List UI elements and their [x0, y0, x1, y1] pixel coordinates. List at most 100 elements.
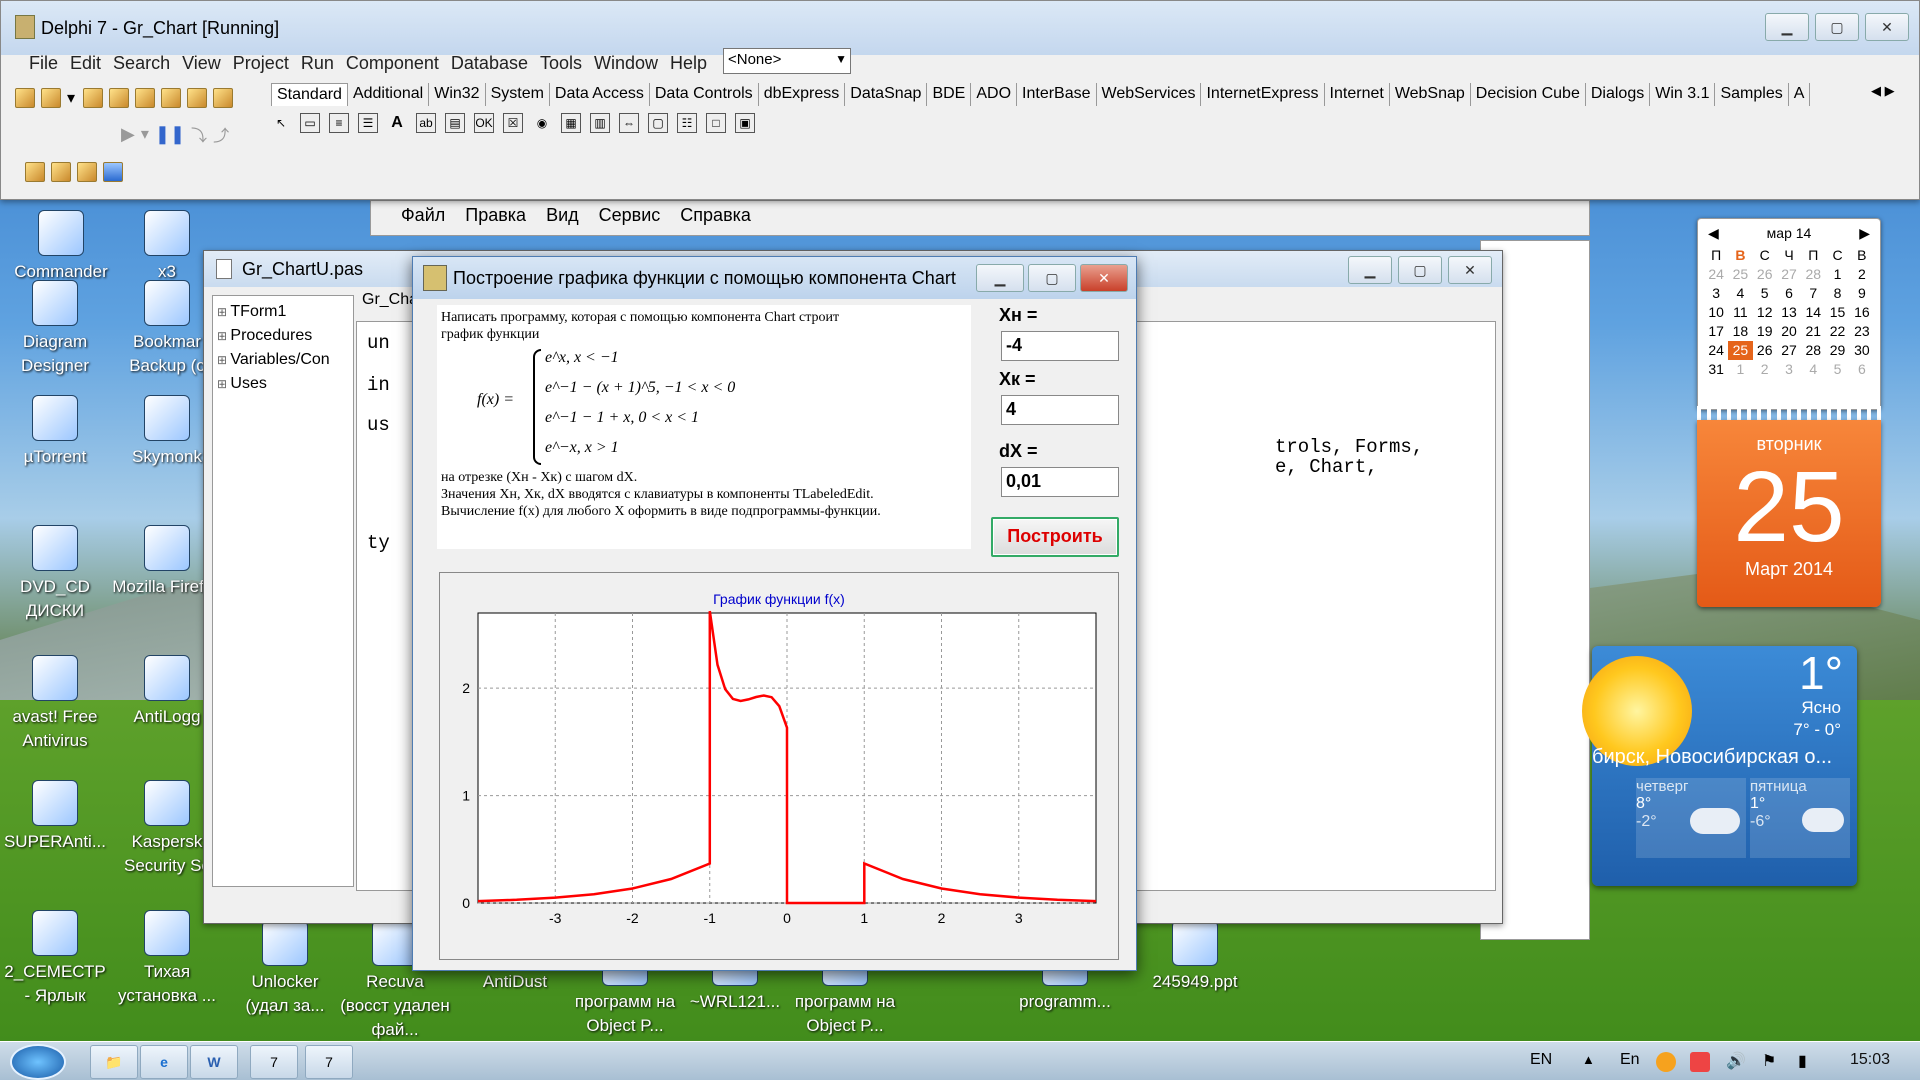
calendar-day-cell[interactable]: 16	[1850, 303, 1874, 322]
edit-icon[interactable]: ab	[416, 113, 436, 133]
calendar-day-cell[interactable]: 5	[1825, 360, 1849, 379]
tray-app-icon[interactable]	[1656, 1052, 1676, 1072]
action-center-icon[interactable]: ⚑	[1762, 1051, 1776, 1071]
label-icon[interactable]: A	[387, 113, 407, 133]
dropdown-icon[interactable]: ▾	[67, 88, 77, 108]
tab-webservices[interactable]: WebServices	[1097, 83, 1202, 106]
menu-edit[interactable]: Edit	[64, 53, 107, 74]
desktop-icon[interactable]: 2_СЕМЕСТР - Ярлык	[0, 910, 110, 1008]
taskbar-gr-chart-icon[interactable]: 7	[305, 1045, 353, 1079]
language-indicator[interactable]: EN	[1530, 1051, 1552, 1069]
dialog-minimize-button[interactable]: ▁	[976, 264, 1024, 292]
open-project-icon[interactable]	[135, 88, 155, 108]
tab-websnap[interactable]: WebSnap	[1390, 83, 1471, 106]
clock[interactable]: 15:03	[1850, 1051, 1890, 1069]
input-language-indicator[interactable]: En	[1620, 1051, 1640, 1069]
avast-tray-icon[interactable]	[1690, 1052, 1710, 1072]
panel-icon[interactable]: □	[706, 113, 726, 133]
taskbar-delphi-icon[interactable]: 7	[250, 1045, 298, 1079]
menu-file-ru[interactable]: Файл	[401, 205, 445, 231]
calendar-day-cell[interactable]: 9	[1850, 284, 1874, 303]
combobox-icon[interactable]: ▥	[590, 113, 610, 133]
build-button[interactable]: Построить	[991, 517, 1119, 557]
show-hidden-icons-icon[interactable]: ▲	[1582, 1052, 1595, 1067]
editor-minimize-button[interactable]: ▁	[1348, 256, 1392, 284]
scrollbar-icon[interactable]: ⇔	[619, 113, 639, 133]
calendar-day-cell[interactable]: 4	[1801, 360, 1825, 379]
calendar-day-cell[interactable]: 3	[1704, 284, 1728, 303]
tree-item-variables[interactable]: Variables/Con	[217, 348, 353, 372]
desktop-icon[interactable]: µTorrent	[0, 395, 110, 469]
step-over-icon[interactable]: ⤴	[213, 122, 229, 146]
calendar-day-cell[interactable]: 15	[1825, 303, 1849, 322]
calendar-day-cell[interactable]: 25	[1728, 341, 1753, 360]
calendar-day-cell[interactable]: 12	[1753, 303, 1777, 322]
tab-samples[interactable]: Samples	[1715, 83, 1789, 106]
add-file-icon[interactable]	[161, 88, 181, 108]
calendar-day-cell[interactable]: 26	[1753, 265, 1777, 284]
maximize-button[interactable]: ▢	[1815, 13, 1859, 41]
view-unit-icon[interactable]	[25, 162, 45, 182]
mainmenu-icon[interactable]: ≡	[329, 113, 349, 133]
calendar-day-cell[interactable]: 2	[1753, 360, 1777, 379]
menu-help-ru[interactable]: Справка	[680, 205, 751, 231]
desktop-icon[interactable]: Diagram Designer	[0, 280, 110, 378]
menu-help[interactable]: Help	[664, 53, 713, 74]
tab-internet[interactable]: Internet	[1325, 83, 1390, 106]
prev-month-icon[interactable]: ◀	[1708, 225, 1719, 242]
editor-maximize-button[interactable]: ▢	[1398, 256, 1442, 284]
tabs-scroll-arrows[interactable]: ◀ ▶	[1871, 83, 1895, 99]
checkbox-icon[interactable]: ☒	[503, 113, 523, 133]
tab-win31[interactable]: Win 3.1	[1650, 83, 1716, 106]
taskbar-explorer-icon[interactable]: 📁	[90, 1045, 138, 1079]
view-form-icon[interactable]	[51, 162, 71, 182]
memo-icon[interactable]: ▤	[445, 113, 465, 133]
calendar-day-cell[interactable]: 28	[1801, 265, 1825, 284]
remove-file-icon[interactable]	[187, 88, 207, 108]
xk-input[interactable]: 4	[1001, 395, 1119, 425]
calendar-day-cell[interactable]: 7	[1801, 284, 1825, 303]
desktop-icon[interactable]: avast! Free Antivirus	[0, 655, 110, 753]
xn-input[interactable]: -4	[1001, 331, 1119, 361]
tab-ado[interactable]: ADO	[971, 83, 1018, 106]
menu-edit-ru[interactable]: Правка	[465, 205, 526, 231]
calendar-day-cell[interactable]: 26	[1753, 341, 1777, 360]
tab-interbase[interactable]: InterBase	[1017, 83, 1097, 106]
calendar-day-cell[interactable]: 29	[1825, 341, 1849, 360]
frames-icon[interactable]: ▭	[300, 113, 320, 133]
editor-close-button[interactable]: ✕	[1448, 256, 1492, 284]
dx-input[interactable]: 0,01	[1001, 467, 1119, 497]
close-button[interactable]: ✕	[1865, 13, 1909, 41]
tab-dbexpress[interactable]: dbExpress	[759, 83, 846, 106]
toggle-form-unit-icon[interactable]	[77, 162, 97, 182]
minimize-button[interactable]: ▁	[1765, 13, 1809, 41]
calendar-day-cell[interactable]: 17	[1704, 322, 1728, 341]
tree-item-uses[interactable]: Uses	[217, 372, 353, 396]
calendar-day-cell[interactable]: 24	[1704, 341, 1728, 360]
calendar-day-cell[interactable]: 30	[1850, 341, 1874, 360]
menu-file[interactable]: File	[23, 53, 64, 74]
desktop-icon[interactable]: Commander	[6, 210, 116, 284]
calendar-day-cell[interactable]: 1	[1825, 265, 1849, 284]
calendar-day-cell[interactable]: 6	[1777, 284, 1801, 303]
calendar-day-cell[interactable]: 14	[1801, 303, 1825, 322]
next-month-icon[interactable]: ▶	[1859, 225, 1870, 242]
calendar-day-cell[interactable]: 24	[1704, 265, 1728, 284]
tab-additional[interactable]: Additional	[348, 83, 430, 106]
calendar-day-cell[interactable]: 3	[1777, 360, 1801, 379]
tab-bde[interactable]: BDE	[927, 83, 972, 106]
pause-icon[interactable]: ❚❚	[155, 124, 185, 145]
calendar-day-cell[interactable]: 31	[1704, 360, 1728, 379]
pointer-icon[interactable]: ↖	[271, 113, 291, 133]
network-icon[interactable]: ▮	[1798, 1051, 1807, 1071]
tree-item-tform1[interactable]: TForm1	[217, 300, 353, 324]
tab-system[interactable]: System	[486, 83, 550, 106]
open-icon[interactable]	[41, 88, 61, 108]
calendar-day-cell[interactable]: 20	[1777, 322, 1801, 341]
calendar-day-cell[interactable]: 19	[1753, 322, 1777, 341]
desktop-icon[interactable]: Unlocker (удал за...	[230, 920, 340, 1018]
desktop-icon[interactable]: SUPERAnti...	[0, 780, 110, 854]
calendar-day-cell[interactable]: 13	[1777, 303, 1801, 322]
menu-database[interactable]: Database	[445, 53, 534, 74]
save-all-icon[interactable]	[109, 88, 129, 108]
